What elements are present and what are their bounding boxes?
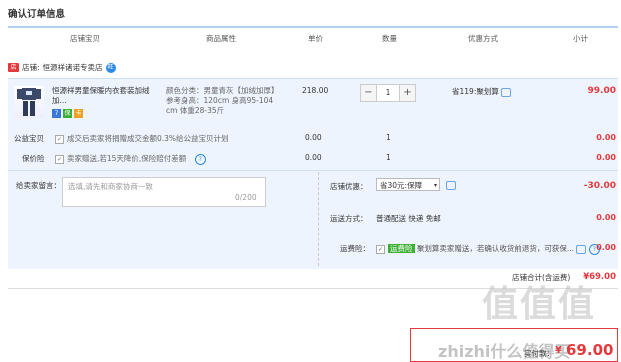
message-counter: 0/200 bbox=[235, 193, 257, 202]
shop-discount-value: -30.00 bbox=[583, 181, 616, 191]
promo-info: 省119:聚划算 bbox=[452, 86, 512, 97]
unit-price: 218.00 bbox=[302, 86, 329, 95]
freight-insurance-label: 运费险： bbox=[340, 244, 370, 253]
qty-increase-button[interactable]: + bbox=[399, 84, 416, 102]
page-title: 确认订单信息 bbox=[8, 9, 66, 20]
guarantee-icon: 保 bbox=[63, 109, 72, 118]
attr-height: 参考身高：120cm 身高95-104 bbox=[166, 96, 274, 105]
column-header: 店铺宝贝 商品属性 单价 数量 优惠方式 小计 bbox=[8, 26, 618, 43]
price-protect-subtotal: 0.00 bbox=[596, 153, 616, 162]
charity-price: 0.00 bbox=[305, 133, 322, 142]
col-price: 单价 bbox=[308, 34, 323, 43]
price-protect-option: ✓ 卖家赠送,若15天降价,保险赔付差额 ? bbox=[52, 153, 206, 165]
charity-checkbox[interactable]: ✓ bbox=[55, 134, 64, 144]
payment-value: 69.00 bbox=[566, 341, 614, 359]
col-attributes: 商品属性 bbox=[206, 34, 236, 43]
price-protect-price: 0.00 bbox=[305, 153, 322, 162]
col-shop-item: 店铺宝贝 bbox=[70, 34, 100, 43]
product-attributes: 颜色分类：男童青灰【加绒加厚】 参考身高：120cm 身高95-104 cm 体… bbox=[166, 86, 291, 116]
product-name[interactable]: 恒源祥男童保暖内衣套装加绒加... 7保卡 bbox=[52, 86, 164, 118]
freight-insurance-checkbox[interactable]: ✓ bbox=[376, 244, 385, 254]
charity-label: 公益宝贝 bbox=[14, 134, 44, 143]
freight-insurance-price: 0.00 bbox=[596, 243, 616, 252]
product-thumbnail[interactable] bbox=[14, 86, 44, 118]
col-qty: 数量 bbox=[382, 34, 397, 43]
price-protect-checkbox[interactable]: ✓ bbox=[55, 154, 64, 164]
promo-comment-icon[interactable] bbox=[501, 87, 512, 97]
price-protect-label: 保价险 bbox=[22, 154, 45, 163]
shop-bar: 店 店铺: 恒源祥诸诺专卖店 旺 bbox=[8, 62, 116, 73]
shipping-method: 普通配送 快递 免邮 bbox=[376, 214, 441, 223]
section-separator bbox=[318, 172, 319, 266]
price-protect-help-icon[interactable]: ? bbox=[194, 153, 206, 165]
shop-icon: 店 bbox=[8, 63, 19, 72]
charity-subtotal: 0.00 bbox=[596, 133, 616, 142]
payment-currency: ¥ bbox=[555, 345, 562, 356]
charity-text: 成交后卖家将捐赠成交金额0.3%给公益宝贝计划 bbox=[67, 134, 229, 143]
credit-card-icon: 卡 bbox=[74, 109, 83, 118]
watermark-logo: 值值值 bbox=[482, 284, 597, 325]
qty-decrease-button[interactable]: − bbox=[360, 84, 377, 102]
message-placeholder: 选填,请先和商家协商一致 bbox=[68, 182, 153, 191]
attr-color: 颜色分类：男童青灰【加绒加厚】 bbox=[166, 86, 279, 95]
col-discount: 优惠方式 bbox=[468, 34, 498, 43]
seven-day-return-icon: 7 bbox=[52, 109, 61, 118]
qty-input[interactable]: 1 bbox=[377, 84, 399, 102]
freight-insurance-text: 聚划算卖家赠送，若确认收货前退货，可获保... bbox=[416, 244, 575, 253]
shipping-label: 运送方式： bbox=[330, 214, 368, 223]
shop-discount-select[interactable]: 省30元:保障 ▾ bbox=[376, 178, 440, 191]
shop-name[interactable]: 恒源祥诸诺专卖店 bbox=[43, 62, 103, 73]
product-title[interactable]: 恒源祥男童保暖内衣套装加绒加... bbox=[52, 86, 164, 106]
charity-qty: 1 bbox=[386, 133, 391, 142]
quantity-stepper: − 1 + bbox=[360, 84, 416, 102]
discount-comment-icon[interactable] bbox=[446, 181, 456, 190]
shop-label: 店铺: bbox=[22, 63, 40, 72]
shipping-price: 0.00 bbox=[596, 213, 616, 222]
payment-label: 实付款： bbox=[524, 349, 554, 358]
promo-text: 省119:聚划算 bbox=[452, 87, 499, 96]
chat-wangwang-icon[interactable]: 旺 bbox=[105, 62, 116, 73]
panel-divider bbox=[8, 170, 618, 171]
message-label: 给卖家留言： bbox=[16, 181, 61, 190]
item-subtotal: 99.00 bbox=[587, 86, 616, 96]
col-subtotal: 小计 bbox=[573, 34, 588, 43]
shop-discount-label: 店铺优惠： bbox=[330, 182, 368, 191]
price-protect-qty: 1 bbox=[386, 153, 391, 162]
chevron-down-icon: ▾ bbox=[433, 182, 437, 189]
product-badges: 7保卡 bbox=[52, 108, 164, 118]
freight-insurance-option: ✓ 运费险 聚划算卖家赠送，若确认收货前退货，可获保... ? bbox=[376, 243, 600, 255]
charity-option: ✓ 成交后卖家将捐赠成交金额0.3%给公益宝贝计划 bbox=[52, 133, 229, 144]
freight-insurance-tag: 运费险 bbox=[388, 244, 415, 253]
price-protect-text: 卖家赠送,若15天降价,保险赔付差额 bbox=[67, 154, 187, 163]
freight-comment-icon[interactable] bbox=[576, 244, 587, 254]
shop-discount-selected: 省30元:保障 bbox=[380, 181, 423, 190]
attr-weight: cm 体重28-35斤 bbox=[166, 106, 225, 115]
